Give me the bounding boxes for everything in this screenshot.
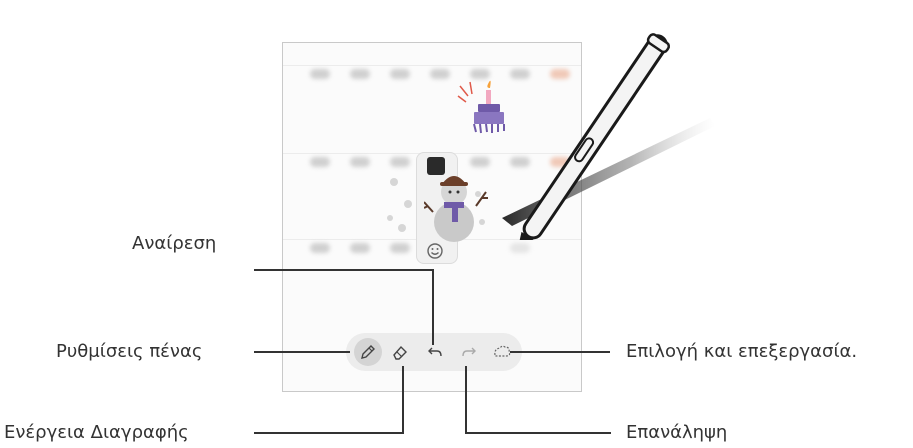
- pen-settings-button[interactable]: [354, 338, 382, 366]
- pen-toolbar: [346, 333, 522, 371]
- select-edit-label: Επιλογή και επεξεργασία.: [626, 341, 858, 362]
- redo-callout-line: [465, 432, 611, 434]
- eraser-callout-line: [254, 432, 404, 434]
- pen-callout-line: [254, 351, 350, 353]
- s-pen: [502, 33, 715, 240]
- undo-callout-line: [254, 269, 434, 271]
- selection-callout-line: [510, 351, 610, 353]
- redo-button[interactable]: [454, 338, 482, 366]
- undo-label: Αναίρεση: [132, 233, 217, 254]
- redo-label: Επανάληψη: [626, 422, 728, 443]
- undo-callout-line: [432, 269, 434, 345]
- lasso-icon: [494, 345, 511, 357]
- eraser-callout-line: [402, 366, 404, 434]
- undo-button[interactable]: [422, 338, 450, 366]
- redo-icon: [462, 347, 476, 357]
- pen-icon: [361, 345, 375, 359]
- eraser-icon: [393, 345, 407, 360]
- redo-callout-line: [465, 366, 467, 434]
- pen-settings-label: Ρυθμίσεις πένας: [56, 341, 203, 362]
- undo-icon: [428, 347, 442, 357]
- eraser-button[interactable]: [386, 338, 414, 366]
- eraser-label: Ενέργεια Διαγραφής: [4, 422, 189, 443]
